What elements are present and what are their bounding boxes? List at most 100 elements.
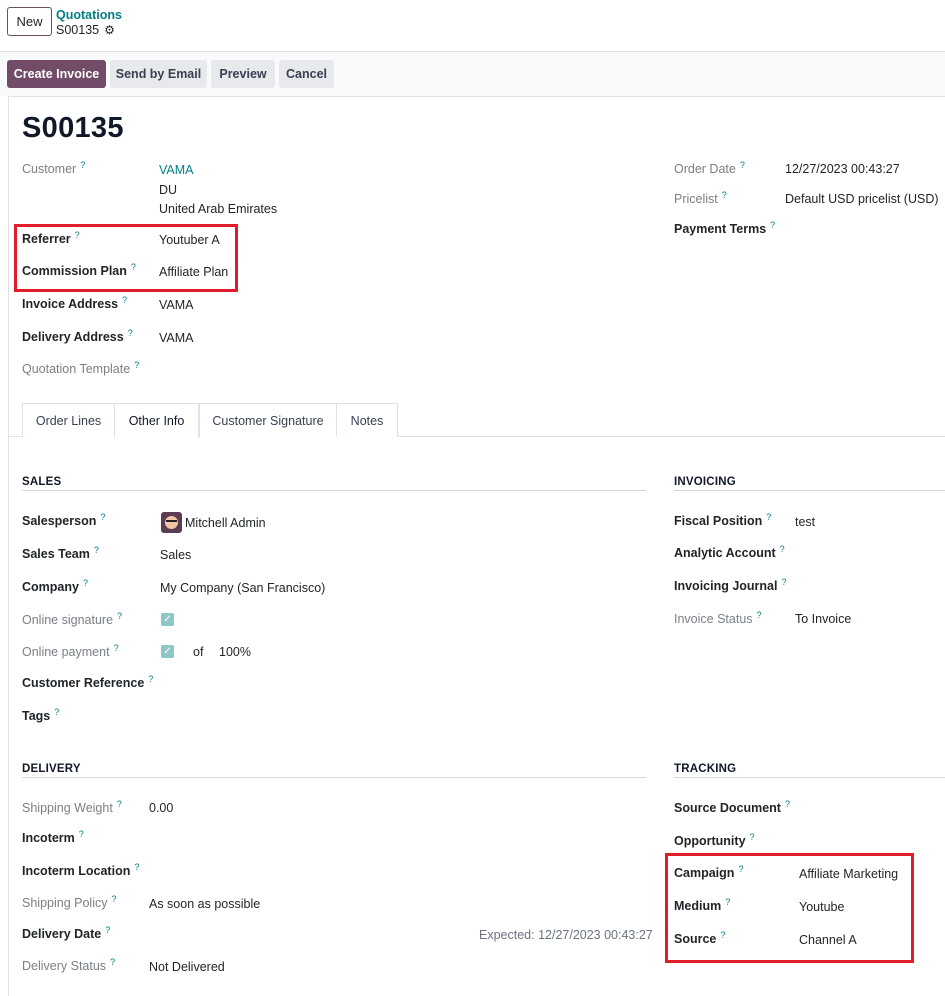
- opportunity-label: Opportunity?: [674, 832, 755, 848]
- salesperson-label: Salesperson?: [22, 512, 106, 528]
- help-icon[interactable]: ?: [757, 610, 762, 620]
- help-icon[interactable]: ?: [766, 512, 771, 522]
- help-icon[interactable]: ?: [83, 578, 88, 588]
- online-payment-label: Online payment?: [22, 643, 119, 659]
- sales-team-field[interactable]: Sales: [160, 548, 191, 562]
- cancel-button[interactable]: Cancel: [279, 60, 334, 88]
- divider: [22, 777, 646, 778]
- help-icon[interactable]: ?: [122, 295, 127, 305]
- quotation-template-label: Quotation Template?: [22, 360, 140, 376]
- help-icon[interactable]: ?: [740, 160, 745, 170]
- fiscal-position-field[interactable]: test: [795, 515, 815, 529]
- help-icon[interactable]: ?: [94, 545, 99, 555]
- help-icon[interactable]: ?: [785, 799, 790, 809]
- incoterm-label: Incoterm?: [22, 829, 84, 845]
- help-icon[interactable]: ?: [128, 328, 133, 338]
- delivery-status-label: Delivery Status?: [22, 957, 116, 973]
- highlight-box-referrer: [14, 224, 238, 292]
- tab-order-lines[interactable]: Order Lines: [22, 403, 115, 437]
- new-button[interactable]: New: [7, 7, 52, 36]
- help-icon[interactable]: ?: [134, 360, 139, 370]
- section-delivery: DELIVERY: [22, 763, 81, 775]
- highlight-box-tracking: [665, 853, 914, 963]
- online-payment-checkbox[interactable]: ✓: [161, 645, 174, 658]
- breadcrumb-quotations[interactable]: Quotations: [56, 8, 122, 22]
- gear-icon[interactable]: ⚙: [104, 23, 115, 37]
- help-icon[interactable]: ?: [114, 643, 119, 653]
- customer-link[interactable]: VAMA: [159, 163, 194, 177]
- tags-label: Tags?: [22, 707, 60, 723]
- invoice-address-field[interactable]: VAMA: [159, 298, 194, 312]
- avatar: [161, 512, 182, 533]
- section-sales: SALES: [22, 476, 62, 488]
- order-date-label: Order Date?: [674, 160, 745, 176]
- invoice-status-label: Invoice Status?: [674, 610, 762, 626]
- section-invoicing: INVOICING: [674, 476, 736, 488]
- shipping-weight-label: Shipping Weight?: [22, 799, 122, 815]
- help-icon[interactable]: ?: [105, 925, 110, 935]
- expected-date: Expected: 12/27/2023 00:43:27: [479, 928, 653, 942]
- fiscal-position-label: Fiscal Position?: [674, 512, 772, 528]
- divider: [22, 490, 646, 491]
- help-icon[interactable]: ?: [111, 894, 116, 904]
- divider: [674, 490, 945, 491]
- sales-team-label: Sales Team?: [22, 545, 99, 561]
- shipping-policy-field[interactable]: As soon as possible: [149, 897, 260, 911]
- customer-label: Customer?: [22, 160, 86, 176]
- help-icon[interactable]: ?: [54, 707, 59, 717]
- tab-other-info[interactable]: Other Info: [114, 403, 199, 438]
- pricelist-label: Pricelist?: [674, 190, 727, 206]
- incoterm-location-label: Incoterm Location?: [22, 862, 140, 878]
- help-icon[interactable]: ?: [117, 799, 122, 809]
- invoice-address-label: Invoice Address?: [22, 295, 128, 311]
- help-icon[interactable]: ?: [750, 832, 755, 842]
- customer-reference-label: Customer Reference?: [22, 674, 154, 690]
- order-date-field[interactable]: 12/27/2023 00:43:27: [785, 162, 900, 176]
- notebook-tabs: Order Lines Other Info Customer Signatur…: [8, 403, 945, 438]
- delivery-date-label: Delivery Date?: [22, 925, 111, 941]
- tab-customer-signature[interactable]: Customer Signature: [199, 403, 337, 437]
- online-payment-of: of: [193, 645, 204, 659]
- shipping-policy-label: Shipping Policy?: [22, 894, 117, 910]
- shipping-weight-value: 0.00: [149, 801, 174, 815]
- invoice-status-value: To Invoice: [795, 612, 852, 626]
- delivery-address-field[interactable]: VAMA: [159, 331, 194, 345]
- breadcrumb-current: S00135 ⚙: [56, 23, 115, 37]
- section-tracking: TRACKING: [674, 763, 737, 775]
- customer-address-line: DU: [159, 183, 178, 197]
- source-document-label: Source Document?: [674, 799, 790, 815]
- help-icon[interactable]: ?: [134, 862, 139, 872]
- help-icon[interactable]: ?: [80, 160, 85, 170]
- action-bar: Create Invoice Send by Email Preview Can…: [0, 52, 945, 96]
- company-label: Company?: [22, 578, 88, 594]
- invoicing-journal-label: Invoicing Journal?: [674, 577, 787, 593]
- company-field[interactable]: My Company (San Francisco): [160, 581, 325, 595]
- tab-notes[interactable]: Notes: [336, 403, 398, 437]
- help-icon[interactable]: ?: [79, 829, 84, 839]
- control-panel: New Quotations S00135 ⚙: [0, 0, 945, 52]
- delivery-status-value: Not Delivered: [149, 960, 225, 974]
- prepayment-percent-field[interactable]: 100%: [219, 645, 251, 659]
- help-icon[interactable]: ?: [722, 190, 727, 200]
- customer-country: United Arab Emirates: [159, 202, 278, 216]
- send-by-email-button[interactable]: Send by Email: [110, 60, 207, 88]
- payment-terms-label: Payment Terms?: [674, 220, 776, 236]
- pricelist-field[interactable]: Default USD pricelist (USD): [785, 192, 939, 206]
- help-icon[interactable]: ?: [780, 544, 785, 554]
- preview-button[interactable]: Preview: [211, 60, 275, 88]
- salesperson-field[interactable]: Mitchell Admin: [185, 516, 266, 530]
- help-icon[interactable]: ?: [770, 220, 775, 230]
- help-icon[interactable]: ?: [148, 674, 153, 684]
- divider: [674, 777, 945, 778]
- help-icon[interactable]: ?: [100, 512, 105, 522]
- record-title: S00135: [22, 112, 124, 144]
- online-signature-label: Online signature?: [22, 611, 123, 627]
- create-invoice-button[interactable]: Create Invoice: [7, 60, 106, 88]
- analytic-account-label: Analytic Account?: [674, 544, 785, 560]
- delivery-address-label: Delivery Address?: [22, 328, 133, 344]
- help-icon[interactable]: ?: [110, 957, 115, 967]
- help-icon[interactable]: ?: [117, 611, 122, 621]
- help-icon[interactable]: ?: [782, 577, 787, 587]
- breadcrumb-current-label: S00135: [56, 23, 100, 37]
- online-signature-checkbox[interactable]: ✓: [161, 613, 174, 626]
